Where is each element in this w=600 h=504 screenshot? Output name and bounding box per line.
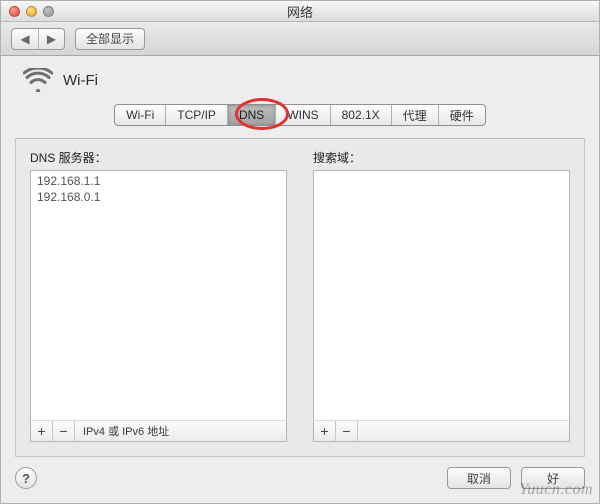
dns-servers-label: DNS 服务器： (30, 149, 287, 166)
search-domains-column: 搜索域： + − (313, 149, 570, 442)
content-area: Wi-Fi Wi-FiTCP/IPDNSWINS802.1X代理硬件 DNS 服… (1, 56, 599, 503)
chevron-left-icon: ◀ (20, 32, 29, 46)
list-item[interactable]: 192.168.1.1 (37, 173, 280, 189)
wifi-icon (23, 68, 53, 92)
chevron-right-icon: ▶ (47, 32, 56, 46)
dns-servers-footer: + − IPv4 或 IPv6 地址 (30, 420, 287, 442)
tab-wifi[interactable]: Wi-Fi (115, 105, 165, 125)
cancel-button[interactable]: 取消 (447, 467, 511, 489)
interface-name: Wi-Fi (63, 72, 98, 89)
tab-dns[interactable]: DNS (227, 105, 275, 125)
columns: DNS 服务器： 192.168.1.1192.168.0.1 + − IPv4… (30, 149, 570, 442)
search-domains-footer: + − (313, 420, 570, 442)
interface-header: Wi-Fi (23, 68, 585, 92)
forward-button[interactable]: ▶ (38, 29, 64, 49)
ok-button[interactable]: 好 (521, 467, 585, 489)
tab-bar: Wi-FiTCP/IPDNSWINS802.1X代理硬件 (114, 104, 485, 126)
search-domains-list[interactable] (313, 170, 570, 421)
action-row: ? 取消 好 (15, 467, 585, 489)
toolbar: ◀ ▶ 全部显示 (1, 22, 599, 56)
dns-servers-column: DNS 服务器： 192.168.1.1192.168.0.1 + − IPv4… (30, 149, 287, 442)
add-dns-button[interactable]: + (31, 421, 53, 441)
window-title: 网络 (1, 2, 599, 21)
help-button[interactable]: ? (15, 467, 37, 489)
dns-servers-list[interactable]: 192.168.1.1192.168.0.1 (30, 170, 287, 421)
dns-settings-box: DNS 服务器： 192.168.1.1192.168.0.1 + − IPv4… (15, 138, 585, 457)
back-button[interactable]: ◀ (12, 29, 38, 49)
titlebar: 网络 (1, 1, 599, 22)
network-prefs-window: 网络 ◀ ▶ 全部显示 Wi-Fi (0, 0, 600, 504)
tab-8021x[interactable]: 802.1X (330, 105, 391, 125)
nav-segmented: ◀ ▶ (11, 28, 65, 50)
add-search-button[interactable]: + (314, 421, 336, 441)
tab-bar-wrap: Wi-FiTCP/IPDNSWINS802.1X代理硬件 (15, 104, 585, 126)
tab-[interactable]: 代理 (391, 105, 438, 125)
list-item[interactable]: 192.168.0.1 (37, 189, 280, 205)
tab-tcpip[interactable]: TCP/IP (165, 105, 227, 125)
search-domains-label: 搜索域： (313, 149, 570, 166)
show-all-button[interactable]: 全部显示 (75, 28, 145, 50)
remove-dns-button[interactable]: − (53, 421, 75, 441)
dns-footnote: IPv4 或 IPv6 地址 (75, 423, 169, 439)
tab-wins[interactable]: WINS (275, 105, 329, 125)
remove-search-button[interactable]: − (336, 421, 358, 441)
tab-[interactable]: 硬件 (438, 105, 485, 125)
